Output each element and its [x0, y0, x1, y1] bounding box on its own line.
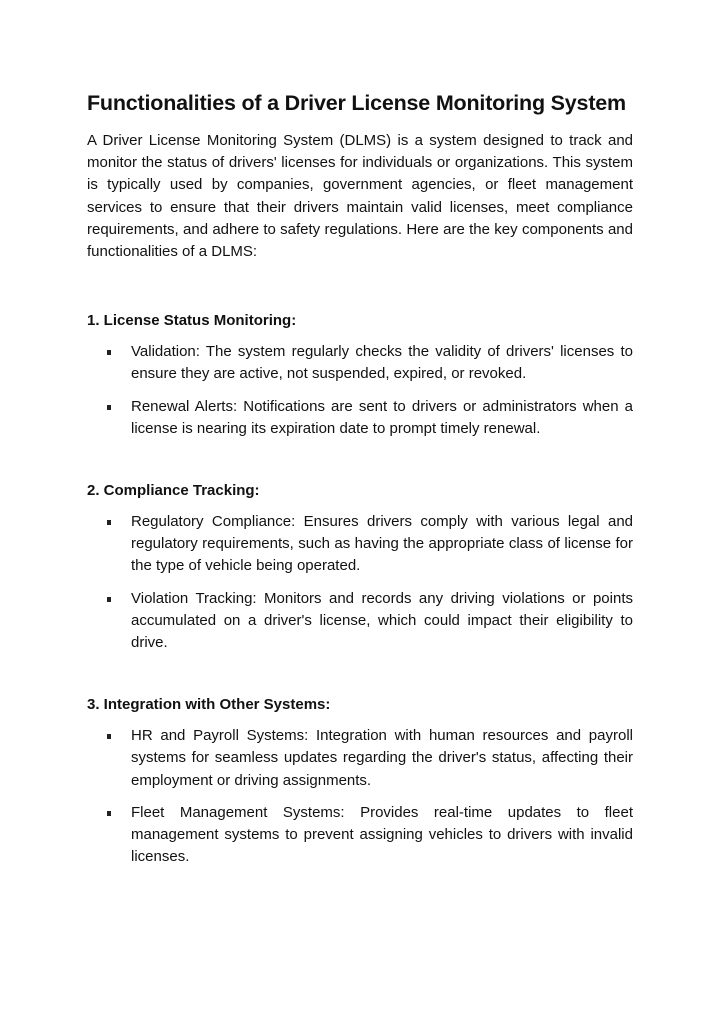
intro-paragraph: A Driver License Monitoring System (DLMS…	[87, 132, 633, 261]
square-bullet-icon	[107, 520, 111, 526]
list-item: Fleet Management Systems: Provides real-…	[87, 802, 633, 869]
square-bullet-icon	[107, 734, 111, 740]
bullet-list: Regulatory Compliance: Ensures drivers c…	[87, 511, 633, 654]
square-bullet-icon	[107, 596, 111, 602]
list-item: Renewal Alerts: Notifications are sent t…	[87, 396, 633, 440]
bullet-list: HR and Payroll Systems: Integration with…	[87, 725, 633, 868]
list-item: Violation Tracking: Monitors and records…	[87, 588, 633, 655]
list-item-text: Violation Tracking: Monitors and records…	[131, 589, 633, 652]
list-item-text: HR and Payroll Systems: Integration with…	[131, 727, 633, 789]
bullet-list: Validation: The system regularly checks …	[87, 341, 633, 440]
section-compliance-tracking: 2. Compliance Tracking: Regulatory Compl…	[87, 480, 633, 654]
section-heading: 3. Integration with Other Systems:	[87, 696, 331, 714]
document-title: Functionalities of a Driver License Moni…	[87, 91, 626, 115]
list-item: HR and Payroll Systems: Integration with…	[87, 725, 633, 792]
list-item: Validation: The system regularly checks …	[87, 341, 633, 385]
section-license-status-monitoring: 1. License Status Monitoring: Validation…	[87, 310, 633, 440]
list-item-text: Regulatory Compliance: Ensures drivers c…	[131, 513, 633, 575]
section-heading: 2. Compliance Tracking:	[87, 482, 260, 500]
list-item-text: Validation: The system regularly checks …	[131, 343, 633, 383]
list-item: Regulatory Compliance: Ensures drivers c…	[87, 511, 633, 578]
list-item-text: Renewal Alerts: Notifications are sent t…	[131, 397, 633, 437]
square-bullet-icon	[107, 350, 111, 356]
square-bullet-icon	[107, 810, 111, 816]
square-bullet-icon	[107, 404, 111, 410]
document-page: Functionalities of a Driver License Moni…	[87, 88, 633, 878]
list-item-text: Fleet Management Systems: Provides real-…	[131, 803, 633, 866]
section-heading: 1. License Status Monitoring:	[87, 312, 297, 330]
section-integration-with-other-systems: 3. Integration with Other Systems: HR an…	[87, 694, 633, 868]
